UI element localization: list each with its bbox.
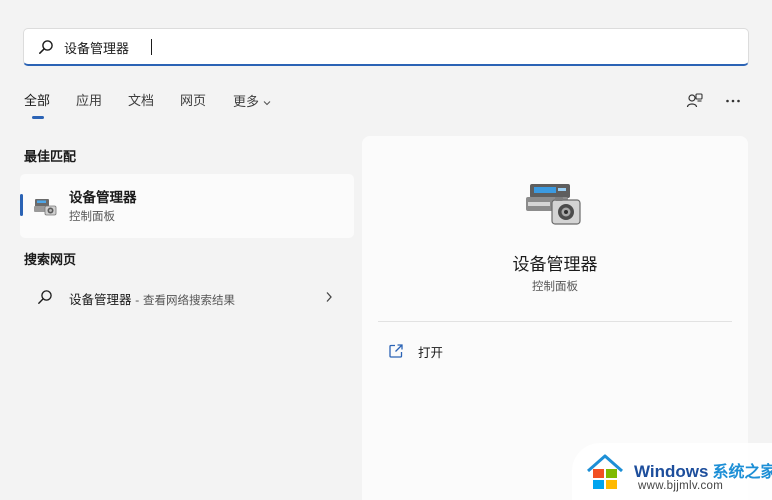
web-search-hint: - 查看网络搜索结果 (131, 293, 235, 307)
divider (378, 321, 732, 322)
search-input[interactable] (64, 35, 724, 59)
search-icon (37, 289, 53, 305)
chevron-down-icon (263, 101, 271, 106)
open-action-label: 打开 (418, 344, 444, 360)
device-manager-icon (32, 194, 58, 220)
best-match-title: 最佳匹配 (24, 150, 77, 165)
web-search-query: 设备管理器 (69, 292, 132, 307)
selection-accent (20, 194, 23, 216)
tab-all[interactable]: 全部 (24, 92, 50, 114)
watermark-title: Windows 系统之家 (634, 458, 772, 482)
watermark: Windows 系统之家 www.bjjmlv.com (572, 443, 772, 500)
watermark-brand: Windows (634, 462, 709, 481)
top-actions (686, 92, 742, 110)
ellipsis-icon[interactable] (724, 92, 742, 110)
tab-apps-label: 应用 (76, 94, 103, 109)
tab-more-label: 更多 (233, 95, 260, 110)
best-match-subtitle: 控制面板 (69, 209, 115, 223)
tab-web[interactable]: 网页 (180, 92, 206, 114)
detail-title: 设备管理器 (512, 255, 598, 275)
web-search-title: 搜索网页 (24, 253, 77, 268)
tab-web-label: 网页 (180, 94, 207, 109)
tab-documents-label: 文档 (128, 94, 155, 109)
device-manager-icon (524, 180, 584, 230)
detail-subtitle: 控制面板 (532, 279, 578, 293)
chevron-right-icon (326, 292, 332, 302)
windows-house-logo-icon (584, 451, 626, 493)
web-search-result[interactable]: 设备管理器 - 查看网络搜索结果 (20, 282, 354, 312)
search-icon (38, 39, 54, 55)
text-caret (151, 39, 152, 55)
open-external-icon (389, 344, 403, 358)
tab-active-indicator (32, 116, 44, 119)
best-match-name: 设备管理器 (69, 190, 137, 206)
web-search-text: 设备管理器 - 查看网络搜索结果 (69, 289, 235, 308)
open-action[interactable]: 打开 (388, 340, 443, 362)
tab-apps[interactable]: 应用 (76, 92, 102, 114)
tab-documents[interactable]: 文档 (128, 92, 154, 114)
watermark-cn: 系统之家 (712, 464, 772, 481)
tab-all-label: 全部 (24, 94, 51, 109)
watermark-url: www.bjjmlv.com (638, 480, 724, 492)
best-match-result[interactable]: 设备管理器 控制面板 (20, 174, 354, 238)
search-box[interactable] (23, 28, 749, 66)
tab-more[interactable]: 更多 (233, 92, 272, 114)
account-share-icon[interactable] (686, 92, 704, 110)
